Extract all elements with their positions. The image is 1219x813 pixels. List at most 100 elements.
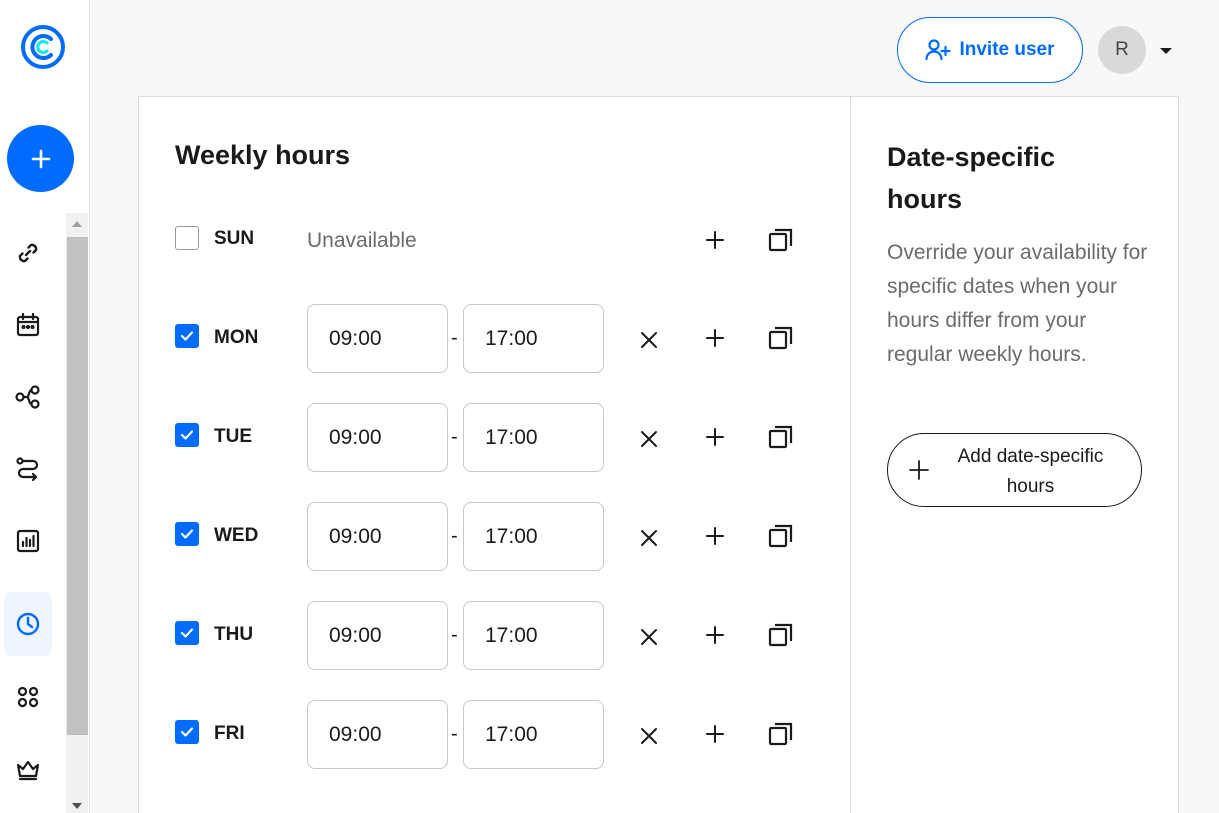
day-label: WED	[214, 525, 259, 546]
copy-times-button[interactable]	[765, 322, 797, 354]
column-divider	[850, 96, 851, 813]
check-icon	[180, 628, 194, 638]
day-row-tue: TUE 09:00 - 17:00	[175, 403, 815, 473]
crown-icon	[16, 760, 40, 781]
sidebar-item-availability[interactable]	[4, 592, 52, 656]
plus-icon	[706, 329, 724, 347]
copy-times-button[interactable]	[765, 520, 797, 552]
copy-icon	[768, 228, 793, 252]
calendly-logo-icon[interactable]	[20, 24, 66, 70]
date-specific-description: Override your availability for specific …	[887, 241, 1148, 366]
time-separator: -	[451, 426, 458, 448]
copy-icon	[768, 524, 793, 548]
start-time-input[interactable]: 09:00	[307, 601, 448, 670]
time-separator: -	[451, 327, 458, 349]
day-row-fri: FRI 09:00 - 17:00	[175, 700, 815, 770]
plus-icon	[706, 428, 724, 446]
day-row-thu: THU 09:00 - 17:00	[175, 601, 815, 671]
create-button[interactable]	[7, 125, 74, 192]
remove-interval-button[interactable]	[633, 423, 665, 455]
copy-icon	[768, 722, 793, 746]
add-interval-button[interactable]	[699, 619, 731, 651]
time-separator: -	[451, 723, 458, 745]
sidebar-item-analytics[interactable]	[4, 509, 52, 573]
calendar-icon	[16, 312, 40, 337]
day-row-sun: SUN Unavailable	[175, 206, 815, 276]
sidebar-scrollbar-thumb[interactable]	[66, 237, 88, 735]
day-row-mon: MON 09:00 - 17:00	[175, 304, 815, 374]
add-date-specific-hours-label: Add date-specific hours	[957, 446, 1104, 497]
sidebar	[0, 0, 90, 813]
day-label: SUN	[214, 228, 255, 249]
end-time-input[interactable]: 17:00	[463, 700, 604, 769]
plus-icon	[706, 231, 724, 249]
invite-user-button[interactable]: Invite user	[897, 17, 1083, 83]
copy-icon	[768, 326, 793, 350]
day-checkbox-fri[interactable]	[175, 720, 199, 744]
day-label: MON	[214, 327, 259, 348]
check-icon	[180, 529, 194, 539]
copy-icon	[768, 425, 793, 449]
scroll-up-arrow-icon[interactable]	[66, 213, 88, 235]
check-icon	[180, 430, 194, 440]
avatar[interactable]: R	[1098, 26, 1146, 74]
plus-icon	[706, 626, 724, 644]
sidebar-item-workflows[interactable]	[4, 365, 52, 429]
routing-icon	[16, 457, 39, 482]
copy-times-button[interactable]	[765, 421, 797, 453]
add-interval-button[interactable]	[699, 718, 731, 750]
end-time-input[interactable]: 17:00	[463, 601, 604, 670]
start-time-input[interactable]: 09:00	[307, 502, 448, 571]
close-icon	[641, 629, 657, 645]
copy-times-button[interactable]	[765, 718, 797, 750]
add-date-specific-hours-button[interactable]: Add date-specific hours	[887, 433, 1142, 507]
remove-interval-button[interactable]	[633, 522, 665, 554]
start-time-input[interactable]: 09:00	[307, 304, 448, 373]
day-row-wed: WED 09:00 - 17:00	[175, 502, 815, 572]
add-interval-button[interactable]	[699, 421, 731, 453]
add-interval-button[interactable]	[699, 520, 731, 552]
scroll-down-arrow-icon[interactable]	[66, 795, 88, 813]
sidebar-item-admin[interactable]	[4, 737, 52, 801]
analytics-icon	[16, 529, 40, 553]
apps-icon	[17, 686, 39, 708]
clock-icon	[16, 612, 40, 636]
end-time-input[interactable]: 17:00	[463, 502, 604, 571]
plus-icon	[909, 460, 929, 480]
sidebar-item-integrations[interactable]	[4, 665, 52, 729]
copy-times-button[interactable]	[765, 619, 797, 651]
invite-user-label: Invite user	[959, 39, 1055, 60]
day-label: THU	[214, 624, 254, 645]
sidebar-item-routing[interactable]	[4, 437, 52, 501]
close-icon	[641, 530, 657, 546]
day-checkbox-sun[interactable]	[175, 226, 199, 250]
check-icon	[180, 727, 194, 737]
link-icon	[18, 243, 38, 263]
time-separator: -	[451, 525, 458, 547]
day-checkbox-mon[interactable]	[175, 324, 199, 348]
close-icon	[641, 332, 657, 348]
add-interval-button[interactable]	[699, 224, 731, 256]
plus-icon	[706, 527, 724, 545]
plus-icon	[31, 149, 50, 168]
end-time-input[interactable]: 17:00	[463, 403, 604, 472]
sidebar-item-meetings[interactable]	[4, 293, 52, 357]
check-icon	[180, 331, 194, 341]
day-checkbox-tue[interactable]	[175, 423, 199, 447]
sidebar-item-scheduling[interactable]	[4, 221, 52, 285]
remove-interval-button[interactable]	[633, 324, 665, 356]
weekly-hours-title: Weekly hours	[175, 140, 351, 170]
end-time-input[interactable]: 17:00	[463, 304, 604, 373]
plus-icon	[706, 725, 724, 743]
remove-interval-button[interactable]	[633, 621, 665, 653]
start-time-input[interactable]: 09:00	[307, 700, 448, 769]
start-time-input[interactable]: 09:00	[307, 403, 448, 472]
workflow-icon	[15, 385, 40, 409]
copy-times-button[interactable]	[765, 224, 797, 256]
day-checkbox-thu[interactable]	[175, 621, 199, 645]
chevron-down-icon[interactable]	[1157, 44, 1175, 58]
add-interval-button[interactable]	[699, 322, 731, 354]
copy-icon	[768, 623, 793, 647]
day-checkbox-wed[interactable]	[175, 522, 199, 546]
remove-interval-button[interactable]	[633, 720, 665, 752]
